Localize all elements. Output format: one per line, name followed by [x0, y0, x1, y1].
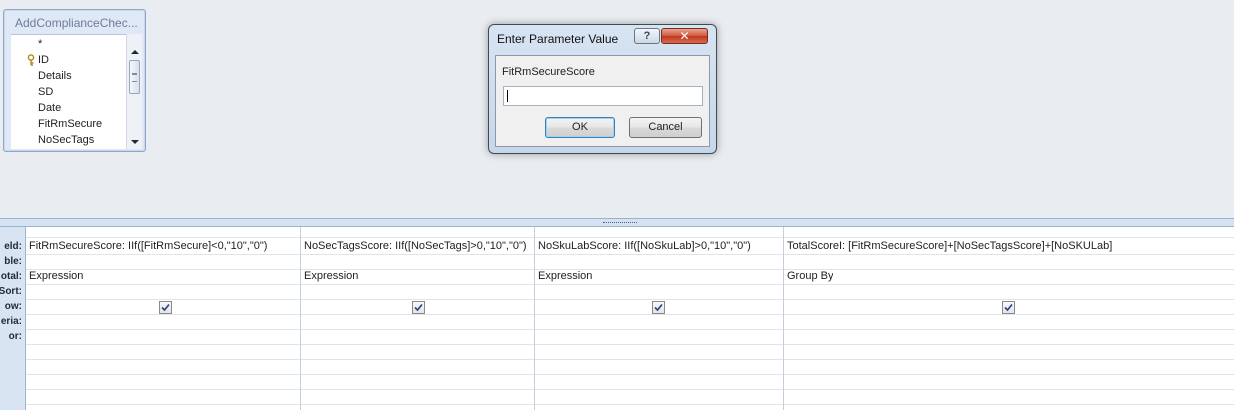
row-header-sort: Sort: [0, 286, 22, 297]
text-caret [507, 90, 508, 102]
row-header-show: ow: [4, 301, 22, 312]
cancel-button[interactable]: Cancel [629, 117, 702, 138]
row-header-total: otal: [0, 271, 22, 282]
field-item-sd[interactable]: SD [11, 84, 126, 100]
total-cell[interactable]: Expression [29, 269, 83, 284]
close-button[interactable]: ✕ [661, 28, 708, 44]
field-cell[interactable]: NoSecTagsScore: IIf([NoSecTags]>0,"10","… [304, 239, 527, 254]
checkmark-icon [1004, 303, 1013, 312]
field-item-details[interactable]: Details [11, 68, 126, 84]
query-tables-pane: AddComplianceChec... * ID Details SD Dat… [0, 0, 1234, 218]
field-item-all[interactable]: * [11, 36, 126, 52]
field-cell[interactable]: TotalScoreI: [FitRmSecureScore]+[NoSecTa… [787, 239, 1112, 254]
checkmark-icon [161, 303, 170, 312]
field-item-nosectags[interactable]: NoSecTags [11, 132, 126, 148]
query-design-grid: eld: ble: otal: Sort: ow: eria: or: FitR… [0, 227, 1234, 410]
ok-button[interactable]: OK [545, 117, 615, 138]
checkmark-icon [654, 303, 663, 312]
show-checkbox[interactable] [159, 301, 172, 314]
table-title[interactable]: AddComplianceChec... [15, 16, 143, 30]
field-list[interactable]: * ID Details SD Date FitRmSecure NoSecTa… [11, 34, 126, 149]
dialog-body: FitRmSecureScore OK Cancel [495, 55, 710, 147]
row-header-criteria: eria: [0, 316, 22, 327]
show-checkbox[interactable] [1002, 301, 1015, 314]
total-cell[interactable]: Expression [304, 269, 358, 284]
scroll-up-arrow-icon[interactable] [130, 47, 140, 57]
scroll-thumb[interactable] [129, 60, 140, 94]
dialog-title: Enter Parameter Value [497, 32, 619, 46]
grid-column-2[interactable]: NoSecTagsScore: IIf([NoSecTags]>0,"10","… [301, 227, 535, 410]
grid-column-1[interactable]: FitRmSecureScore: IIf([FitRmSecure]<0,"1… [26, 227, 301, 410]
total-cell[interactable]: Group By [787, 269, 833, 284]
field-cell[interactable]: FitRmSecureScore: IIf([FitRmSecure]<0,"1… [29, 239, 267, 254]
grid-column-3[interactable]: NoSkuLabScore: IIf([NoSkuLab]>0,"10","0"… [535, 227, 784, 410]
field-list-scrollbar[interactable] [126, 34, 142, 149]
field-item-date[interactable]: Date [11, 100, 126, 116]
row-header-or: or: [8, 331, 22, 342]
row-header-field: eld: [4, 241, 22, 252]
parameter-label: FitRmSecureScore [502, 66, 595, 78]
table-field-list[interactable]: AddComplianceChec... * ID Details SD Dat… [3, 9, 146, 152]
total-cell[interactable]: Expression [538, 269, 592, 284]
field-item-fitrmsecure[interactable]: FitRmSecure [11, 116, 126, 132]
splitter-grip[interactable] [603, 222, 637, 223]
field-item-id[interactable]: ID [11, 52, 126, 68]
grid-column-4[interactable]: TotalScoreI: [FitRmSecureScore]+[NoSecTa… [784, 227, 1234, 410]
help-button[interactable]: ? [634, 28, 660, 44]
show-checkbox[interactable] [412, 301, 425, 314]
enter-parameter-dialog: Enter Parameter Value ? ✕ FitRmSecureSco… [488, 24, 717, 154]
parameter-value-input[interactable] [503, 86, 703, 106]
checkmark-icon [414, 303, 423, 312]
show-checkbox[interactable] [652, 301, 665, 314]
row-header-table: ble: [4, 256, 22, 267]
scroll-down-arrow-icon[interactable] [130, 137, 140, 147]
field-cell[interactable]: NoSkuLabScore: IIf([NoSkuLab]>0,"10","0"… [538, 239, 751, 254]
pane-splitter[interactable] [0, 218, 1234, 227]
row-headers: eld: ble: otal: Sort: ow: eria: or: [0, 227, 26, 410]
primary-key-icon [27, 54, 35, 66]
